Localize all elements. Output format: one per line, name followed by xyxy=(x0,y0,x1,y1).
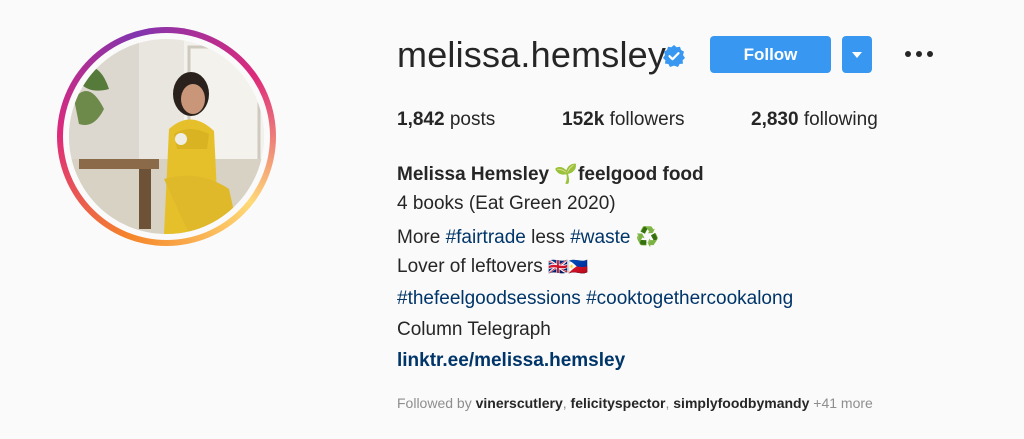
following-count: 2,830 xyxy=(751,109,799,130)
full-name: Melissa Hemsley xyxy=(397,164,550,185)
followers-count: 152k xyxy=(562,109,605,130)
bio-text: Lover of leftovers xyxy=(397,256,543,277)
followers-stat[interactable]: 152k followers xyxy=(562,109,685,131)
bio-text: More xyxy=(397,227,441,248)
followed-by-prefix: Followed by xyxy=(397,395,472,411)
posts-count: 1,842 xyxy=(397,109,445,130)
suggested-accounts-dropdown-button[interactable] xyxy=(842,36,872,73)
hashtag-link[interactable]: #cooktogethercookalong xyxy=(586,288,793,309)
caret-down-icon xyxy=(852,51,862,58)
hashtag-link[interactable]: #fairtrade xyxy=(446,227,526,248)
following-stat[interactable]: 2,830 following xyxy=(751,109,878,131)
more-followers-count[interactable]: +41 more xyxy=(813,395,873,411)
avatar[interactable] xyxy=(69,39,264,234)
avatar-gap xyxy=(63,33,270,240)
followers-label: followers xyxy=(609,109,685,130)
more-options-icon xyxy=(905,51,933,57)
bio-tagline: feelgood food xyxy=(578,164,704,185)
followed-by[interactable]: Followed by vinerscutlery, felicityspect… xyxy=(397,395,873,411)
mutual-follower[interactable]: simplyfoodbymandy xyxy=(673,395,809,411)
bio-website-link[interactable]: linktr.ee/melissa.hemsley xyxy=(397,350,625,372)
hashtag-link[interactable]: #waste xyxy=(570,227,630,248)
bio-line-leftovers: Lover of leftovers 🇬🇧🇵🇭 xyxy=(397,256,588,278)
bio-full-name: Melissa Hemsley 🌱feelgood food xyxy=(397,162,704,186)
posts-stat: 1,842 posts xyxy=(397,109,495,131)
following-label: following xyxy=(803,109,878,130)
bio-line-books: 4 books (Eat Green 2020) xyxy=(397,193,616,214)
bio-line-column: Column Telegraph xyxy=(397,319,551,340)
posts-label: posts xyxy=(449,109,496,130)
avatar-story-ring[interactable] xyxy=(57,27,276,246)
verified-badge-icon xyxy=(663,45,685,67)
username: melissa.hemsley xyxy=(397,34,667,75)
more-options-button[interactable] xyxy=(903,40,935,68)
avatar-photo xyxy=(69,39,264,234)
seedling-icon: 🌱 xyxy=(554,164,579,185)
bio-line-fairtrade: More #fairtrade less #waste ♻️ xyxy=(397,225,659,249)
follow-button[interactable]: Follow xyxy=(710,36,831,73)
hashtag-link[interactable]: #thefeelgoodsessions xyxy=(397,288,581,309)
recycle-icon: ♻️ xyxy=(635,227,660,248)
bio-text: less xyxy=(531,227,565,248)
bio-line-hashtags: #thefeelgoodsessions #cooktogethercookal… xyxy=(397,288,793,310)
mutual-follower[interactable]: vinerscutlery xyxy=(476,395,563,411)
mutual-follower[interactable]: felicityspector xyxy=(571,395,666,411)
flags-icon: 🇬🇧🇵🇭 xyxy=(548,259,588,276)
